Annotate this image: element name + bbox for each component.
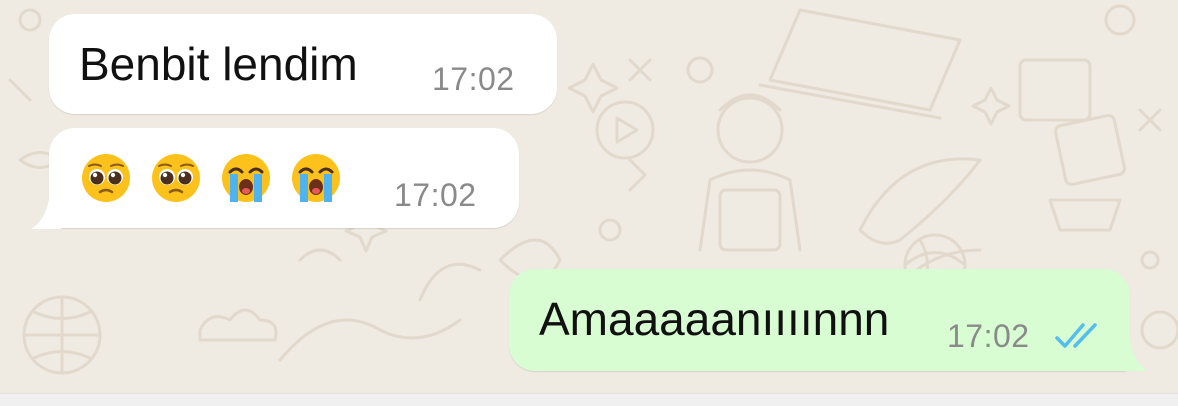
incoming-message-bubble[interactable]: Benbit lendim 17:02 — [49, 14, 557, 114]
message-text: Amaaaaanıııınnn — [539, 293, 890, 345]
incoming-bubble-tail — [31, 199, 61, 229]
input-bar-edge — [0, 393, 1178, 406]
message-timestamp: 17:02 — [947, 318, 1030, 354]
message-timestamp: 17:02 — [432, 61, 515, 97]
incoming-message-bubble[interactable]: 17:02 — [49, 128, 519, 228]
pleading-face-icon — [82, 154, 130, 202]
loudly-crying-face-icon — [292, 154, 340, 202]
message-timestamp: 17:02 — [394, 177, 477, 213]
loudly-crying-face-icon — [222, 154, 270, 202]
read-receipt-double-check-icon — [1055, 323, 1097, 348]
pleading-face-icon — [152, 154, 200, 202]
message-text: Benbit lendim — [79, 38, 358, 90]
outgoing-bubble-tail — [1118, 341, 1148, 371]
outgoing-message-bubble[interactable]: Amaaaaanıııınnn 17:02 — [509, 269, 1130, 371]
